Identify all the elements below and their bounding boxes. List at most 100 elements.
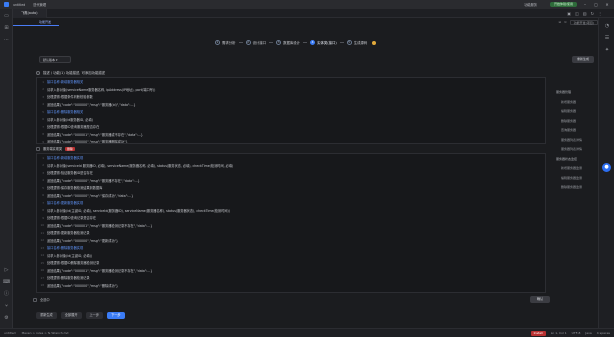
select-all-checkbox[interactable] (33, 297, 37, 302)
code-line: 1 接口名称:新增服务器实现 (37, 154, 545, 162)
status-item[interactable]: UTF-8 (572, 331, 581, 335)
line-number: 13 (40, 245, 44, 250)
tool-icon-1[interactable]: ⊡ (559, 20, 562, 24)
problems-icon[interactable]: ⓘ (3, 291, 10, 298)
line-number: 17 (40, 275, 44, 280)
delete-tag[interactable]: 删除 (65, 146, 75, 151)
code-line: 16 返回结果{"code":"000001","msg":"服务器检测记录不存在… (37, 267, 545, 275)
outline-item[interactable]: 删除服务器监测 (556, 183, 594, 193)
requirement-radio[interactable] (36, 71, 40, 75)
regenerate-top-button[interactable]: 重新生成 (572, 56, 594, 63)
outline-item[interactable]: 服务器列表详情 (556, 145, 594, 155)
line-number: 7 (42, 124, 44, 129)
minimize-icon[interactable]: – (582, 2, 588, 7)
status-item[interactable]: Ln 1, Col 1 (551, 331, 567, 335)
requirement-label: 描述 / 功能(1) 功能描述, 可添加功能描述 (36, 70, 105, 75)
outline-item[interactable]: 编辑服务器监测 (556, 174, 594, 184)
line-text: 处理逻辑:保存服务器检测结果到数据库 (47, 186, 103, 191)
interface-text-box[interactable]: 1 接口名称:新增服务器相关 2 请求入参对象(serviceName服务器名称, i… (36, 77, 546, 144)
bell-icon[interactable]: ◔ (603, 22, 611, 30)
code-line: 6 请求入参对象(id服务器ID, 必填) (37, 116, 545, 124)
code-line: 13 接口名称:删除服务器实现 (37, 244, 545, 252)
line-text: 返回结果{"code":"000001","msg":"服务器或不存在","da… (47, 132, 143, 137)
tab-feiying[interactable]: 飞鹰(auto) (13, 8, 47, 18)
project-name[interactable]: untitled (13, 3, 25, 7)
outline-item[interactable]: 服务器管理 (556, 88, 594, 98)
step-1[interactable]: 1 需求分析 (215, 40, 236, 45)
action-button[interactable]: 下一步 (107, 312, 125, 319)
help-icon[interactable] (372, 40, 377, 45)
confirm-button[interactable]: 确认 (530, 296, 550, 303)
line-number: 18 (40, 283, 44, 288)
more-tab-icon[interactable]: ⋮ (598, 11, 602, 16)
folder-icon[interactable]: ▭ (3, 13, 10, 20)
maximize-icon[interactable]: ▢ (593, 2, 599, 7)
step-2[interactable]: 2 设计接口 (245, 40, 266, 45)
code-line: 15 处理逻辑:根据ID删除服务器检测记录 (37, 259, 545, 267)
code-line: 11 处理逻辑:更新服务器检测记录 (37, 229, 545, 237)
line-number: 5 (42, 109, 44, 114)
run-icon[interactable]: ▷ (3, 267, 10, 274)
split-icon[interactable]: ◫ (575, 11, 579, 16)
git-icon[interactable]: ⑂ (3, 303, 10, 310)
line-number: 9 (42, 139, 44, 144)
assistant-icon[interactable]: ● (602, 163, 611, 172)
line-number: 3 (42, 94, 44, 99)
start-experience-button[interactable]: 开始体验/使用 (549, 2, 577, 7)
outline-item[interactable]: 新增服务器监测 (556, 164, 594, 174)
impl-checkbox[interactable] (36, 146, 40, 151)
settings-icon[interactable]: ⚙ (3, 315, 10, 322)
step-4[interactable]: 4 实体类(接口) (310, 40, 337, 45)
close-icon[interactable]: ✕ (604, 2, 610, 7)
file-path[interactable]: Maven > rules > fs Wrench.md (22, 331, 69, 335)
step-5[interactable]: 5 生成源码 (346, 40, 367, 45)
status-item[interactable]: Java (585, 331, 591, 335)
tool-icon-2[interactable]: ⊙ (564, 20, 567, 24)
select-all-label: 全选中 (40, 298, 50, 302)
sub-tab-bar: 功能开发 ⊡ ⊙ 功能开发(项目) (13, 18, 598, 26)
line-text: 返回结果{"code":"000001","msg":"服务器检测记录不存在",… (47, 268, 153, 273)
line-text: 返回结果{"code":"000000","msg":"服务器删除成功"} (47, 140, 128, 144)
line-number: 10 (40, 223, 44, 228)
line-text: 请求入参对象(id服务器ID, 必填) (47, 117, 93, 122)
code-line: 9 处理逻辑:根据ID查询记录是否存在 (37, 214, 545, 222)
step-3[interactable]: 3 数据库设计 (276, 40, 300, 45)
menu-iteration[interactable]: 迭代管理 (33, 2, 46, 7)
version-select[interactable]: 默认版本 ▾ (39, 56, 71, 63)
ai-icon[interactable]: ✦ (603, 46, 611, 54)
activity-bar: ▭ ⊞ ⋯ ▷ ⌨ ⓘ ⑂ ⚙ (0, 9, 13, 328)
outline-item[interactable]: 编辑服务器 (556, 107, 594, 117)
function-service-label[interactable]: 功能服务 (524, 2, 537, 7)
line-number: 11 (40, 230, 44, 235)
install-indicator[interactable]: Install (530, 330, 546, 336)
code-line: 7 接口名称:更新服务器实现 (37, 199, 545, 207)
branch-indicator[interactable]: untitled (4, 331, 16, 335)
tab-function-dev[interactable]: 功能开发 (13, 18, 60, 26)
action-button[interactable]: 全部展开 (60, 312, 82, 319)
chart-icon[interactable]: ▥ (583, 11, 587, 16)
action-button[interactable]: 上一步 (85, 312, 104, 319)
status-item[interactable]: 4 spaces (597, 331, 610, 335)
run-tab-icon[interactable]: ▣ (567, 11, 571, 16)
more-icon[interactable]: ⋯ (3, 37, 10, 44)
line-text: 接口名称:新增服务器实现 (47, 156, 84, 161)
impl-text-box[interactable]: 1 接口名称:新增服务器实现 2 请求入参对象(serviceId 服务器ID, 必填… (36, 153, 546, 293)
line-text: 返回结果{"code":"000000","msg":"服务器(id)","da… (47, 102, 136, 107)
structure-icon[interactable]: ⊞ (3, 25, 10, 32)
action-button[interactable]: 重新生成 (36, 312, 57, 319)
outline-item[interactable]: 新增服务器 (556, 98, 594, 108)
project-select[interactable]: 功能开发(项目) (569, 19, 598, 25)
outline-item[interactable]: 查询服务器 (556, 126, 594, 136)
code-line: 4 返回结果{"code":"000000","msg":"服务器(id)","d… (37, 101, 545, 109)
line-number: 14 (40, 253, 44, 258)
outline-item[interactable]: 服务器状态监控 (556, 155, 594, 165)
sync-icon[interactable]: ↻ (591, 11, 594, 16)
terminal-icon[interactable]: ⌨ (3, 279, 10, 286)
database-icon[interactable]: ☰ (603, 34, 611, 42)
code-line: 14 请求入参对象(id(主键ID, 必填)) (37, 252, 545, 260)
line-text: 返回结果{"code":"000001","msg":"服务器检测记录不存在",… (47, 223, 153, 228)
outline-item[interactable]: 服务器列表详情 (556, 136, 594, 146)
impl-header: 服务端实现类 删除 (36, 146, 75, 151)
editor-tab-bar: 飞鹰(auto) ▣ ◫ ▥ ↻ ⋮ (13, 8, 614, 18)
outline-item[interactable]: 删除服务器 (556, 117, 594, 127)
